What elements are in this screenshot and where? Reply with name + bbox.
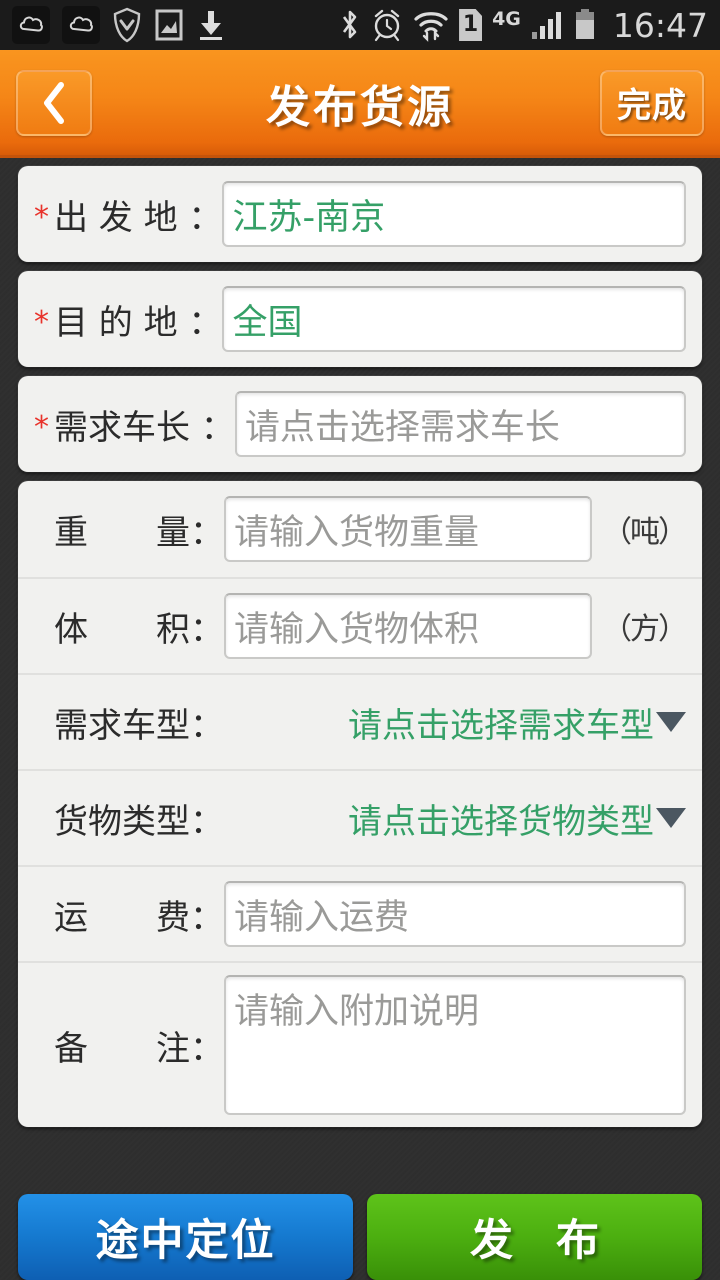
required-marker-placeholder: *: [34, 711, 54, 741]
cloud-badge-icon-2: [62, 6, 100, 44]
required-marker-placeholder: *: [34, 1034, 54, 1064]
truck-length-input[interactable]: 请点击选择需求车长: [234, 391, 686, 457]
sim-label: 1: [462, 12, 479, 37]
required-marker: *: [34, 305, 49, 340]
volume-label: 体 积：: [54, 609, 224, 650]
remark-label: 备 注：: [54, 1028, 224, 1069]
required-marker-placeholder: *: [34, 807, 54, 837]
publish-button[interactable]: 发 布: [367, 1194, 702, 1280]
truck-length-label: 需求车长 ：: [54, 407, 235, 448]
required-marker-placeholder: *: [34, 903, 54, 933]
app-root: 1 4G 16:47 发布货源 完成 * 出 发 地 ： 江苏-南京 * 目 的…: [0, 0, 720, 1280]
clock-time: 16:47: [612, 5, 708, 45]
cloud-icon: [19, 16, 43, 32]
weight-row[interactable]: * 重 量： 请输入货物重量 （吨）: [18, 481, 702, 577]
truck-type-value: 请点击选择需求车型: [348, 705, 654, 746]
chevron-down-icon: [656, 808, 686, 828]
cargo-type-value: 请点击选择货物类型: [348, 801, 654, 842]
freight-input[interactable]: 请输入运费: [224, 881, 686, 947]
bluetooth-icon: [343, 10, 357, 39]
required-marker: *: [34, 410, 49, 445]
freight-row[interactable]: * 运 费： 请输入运费: [18, 865, 702, 961]
battery-icon: [575, 9, 594, 39]
destination-input[interactable]: 全国: [222, 286, 686, 352]
signal-bars-icon: [531, 12, 561, 39]
weight-input[interactable]: 请输入货物重量: [224, 496, 592, 562]
origin-card: * 出 发 地 ： 江苏-南京: [18, 166, 702, 262]
cargo-type-value-wrap[interactable]: 请点击选择货物类型: [348, 794, 686, 843]
network-4g-label: 4G: [492, 7, 521, 30]
sim-icon: 1: [459, 9, 483, 41]
required-marker: *: [34, 200, 49, 235]
volume-row[interactable]: * 体 积： 请输入货物体积 （方）: [18, 577, 702, 673]
image-icon: [155, 9, 183, 41]
alarm-clock-icon: [374, 9, 400, 42]
remark-textarea[interactable]: 请输入附加说明: [224, 975, 686, 1115]
truck-type-label: 需求车型：: [54, 705, 224, 746]
download-icon: [200, 11, 222, 40]
truck-type-value-wrap[interactable]: 请点击选择需求车型: [348, 698, 686, 747]
wifi-icon: [414, 12, 448, 42]
cloud-badge-icon: [12, 6, 50, 44]
chevron-left-icon: [44, 81, 64, 124]
cloud-icon: [69, 16, 93, 32]
weight-unit: （吨）: [602, 515, 688, 550]
destination-label: 目 的 地 ：: [54, 302, 223, 343]
volume-unit: （方）: [602, 612, 688, 647]
required-marker-placeholder: *: [34, 615, 54, 645]
chevron-down-icon: [656, 712, 686, 732]
origin-label: 出 发 地 ：: [54, 197, 223, 238]
destination-row[interactable]: * 目 的 地 ： 全国: [18, 271, 702, 367]
publish-button-label: 发 布: [470, 1216, 613, 1266]
truck-type-row[interactable]: * 需求车型： 请点击选择需求车型: [18, 673, 702, 769]
freight-label: 运 费：: [54, 897, 224, 938]
locate-button[interactable]: 途中定位: [18, 1194, 353, 1280]
app-header: 发布货源 完成: [0, 50, 720, 158]
footer-actions: 途中定位 发 布: [0, 1194, 720, 1280]
cargo-type-label: 货物类型：: [54, 801, 224, 842]
required-marker-placeholder: *: [34, 518, 54, 548]
status-bar-left-icons: [12, 6, 226, 44]
cargo-type-row[interactable]: * 货物类型： 请点击选择货物类型: [18, 769, 702, 865]
status-bar: 1 4G 16:47: [0, 0, 720, 50]
volume-input[interactable]: 请输入货物体积: [224, 593, 592, 659]
origin-input[interactable]: 江苏-南京: [222, 181, 686, 247]
done-button[interactable]: 完成: [600, 69, 704, 136]
back-button[interactable]: [16, 69, 92, 136]
cargo-details-card: * 重 量： 请输入货物重量 （吨） * 体 积： 请输入货物体积 （方） * …: [18, 481, 702, 1127]
truck-length-card: * 需求车长 ： 请点击选择需求车长: [18, 376, 702, 472]
status-bar-right-icons: 1 4G 16:47: [339, 8, 708, 42]
weight-label: 重 量：: [54, 512, 224, 553]
origin-row[interactable]: * 出 发 地 ： 江苏-南京: [18, 166, 702, 262]
truck-length-row[interactable]: * 需求车长 ： 请点击选择需求车长: [18, 376, 702, 472]
remark-row[interactable]: * 备 注： 请输入附加说明: [18, 961, 702, 1127]
shield-icon: [113, 7, 141, 43]
form-content: * 出 发 地 ： 江苏-南京 * 目 的 地 ： 全国 * 需求车长 ： 请点…: [0, 158, 720, 1127]
destination-card: * 目 的 地 ： 全国: [18, 271, 702, 367]
locate-button-label: 途中定位: [95, 1216, 276, 1266]
